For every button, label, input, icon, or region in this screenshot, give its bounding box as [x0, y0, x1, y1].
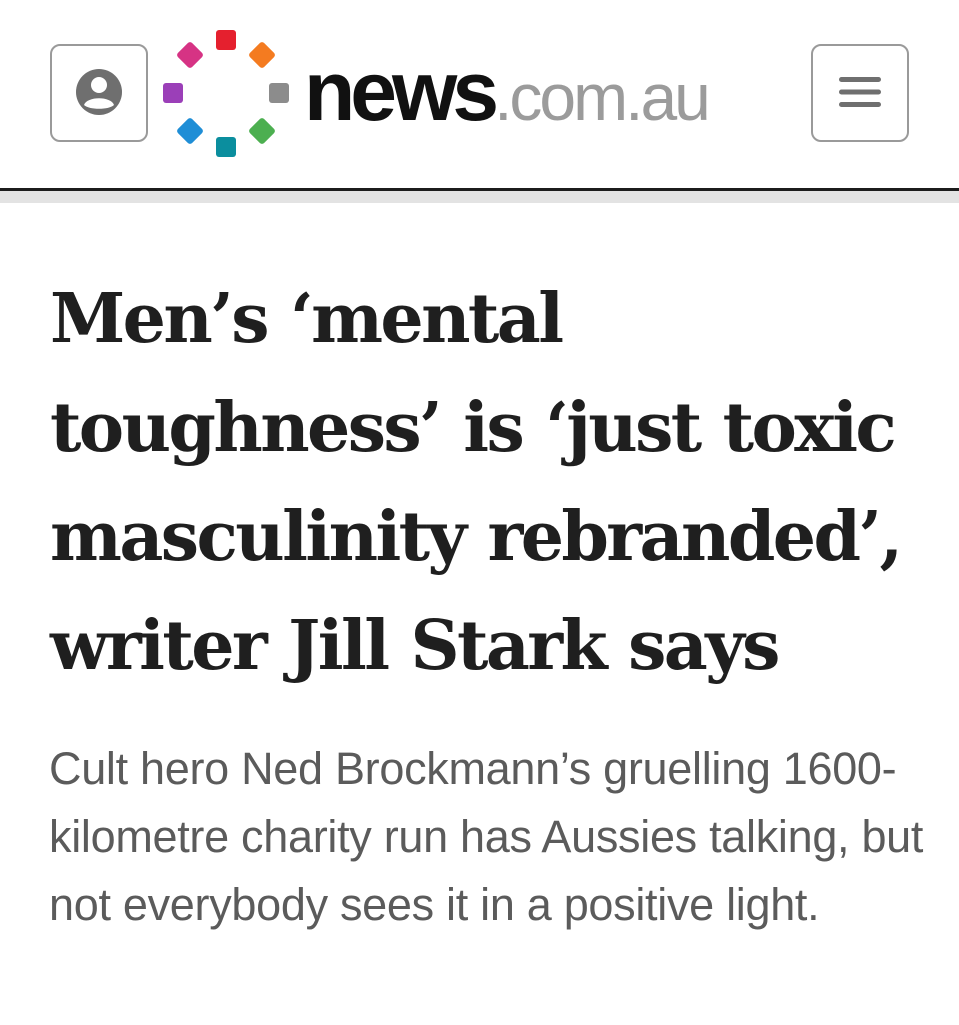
- logo-mark-square: [163, 83, 183, 103]
- logo-mark-square: [216, 137, 236, 157]
- site-logo[interactable]: news .com.au: [156, 28, 801, 164]
- logo-mark-square: [269, 83, 289, 103]
- logo-mark-square: [249, 118, 275, 144]
- logo-mark-icon: [163, 30, 289, 157]
- logo-wordmark-primary: news: [304, 44, 499, 138]
- user-circle-icon: [74, 67, 124, 120]
- account-button[interactable]: [50, 44, 148, 142]
- logo-mark-square: [249, 42, 275, 68]
- logo-mark-square: [177, 42, 203, 68]
- header-divider-shadow: [0, 191, 959, 203]
- logo-wordmark-domain: .com.au: [494, 60, 711, 134]
- article-headline: Men’s ‘mental toughness’ is ‘just toxic …: [50, 279, 903, 686]
- menu-button[interactable]: [811, 44, 909, 142]
- site-header: news .com.au: [0, 0, 959, 190]
- logo-mark-square: [177, 118, 203, 144]
- logo-wordmark: news .com.au: [304, 44, 711, 138]
- hamburger-menu-icon: [837, 74, 883, 113]
- logo-mark-square: [216, 30, 236, 50]
- article-standfirst: Cult hero Ned Brockmann’s gruelling 1600…: [49, 743, 924, 930]
